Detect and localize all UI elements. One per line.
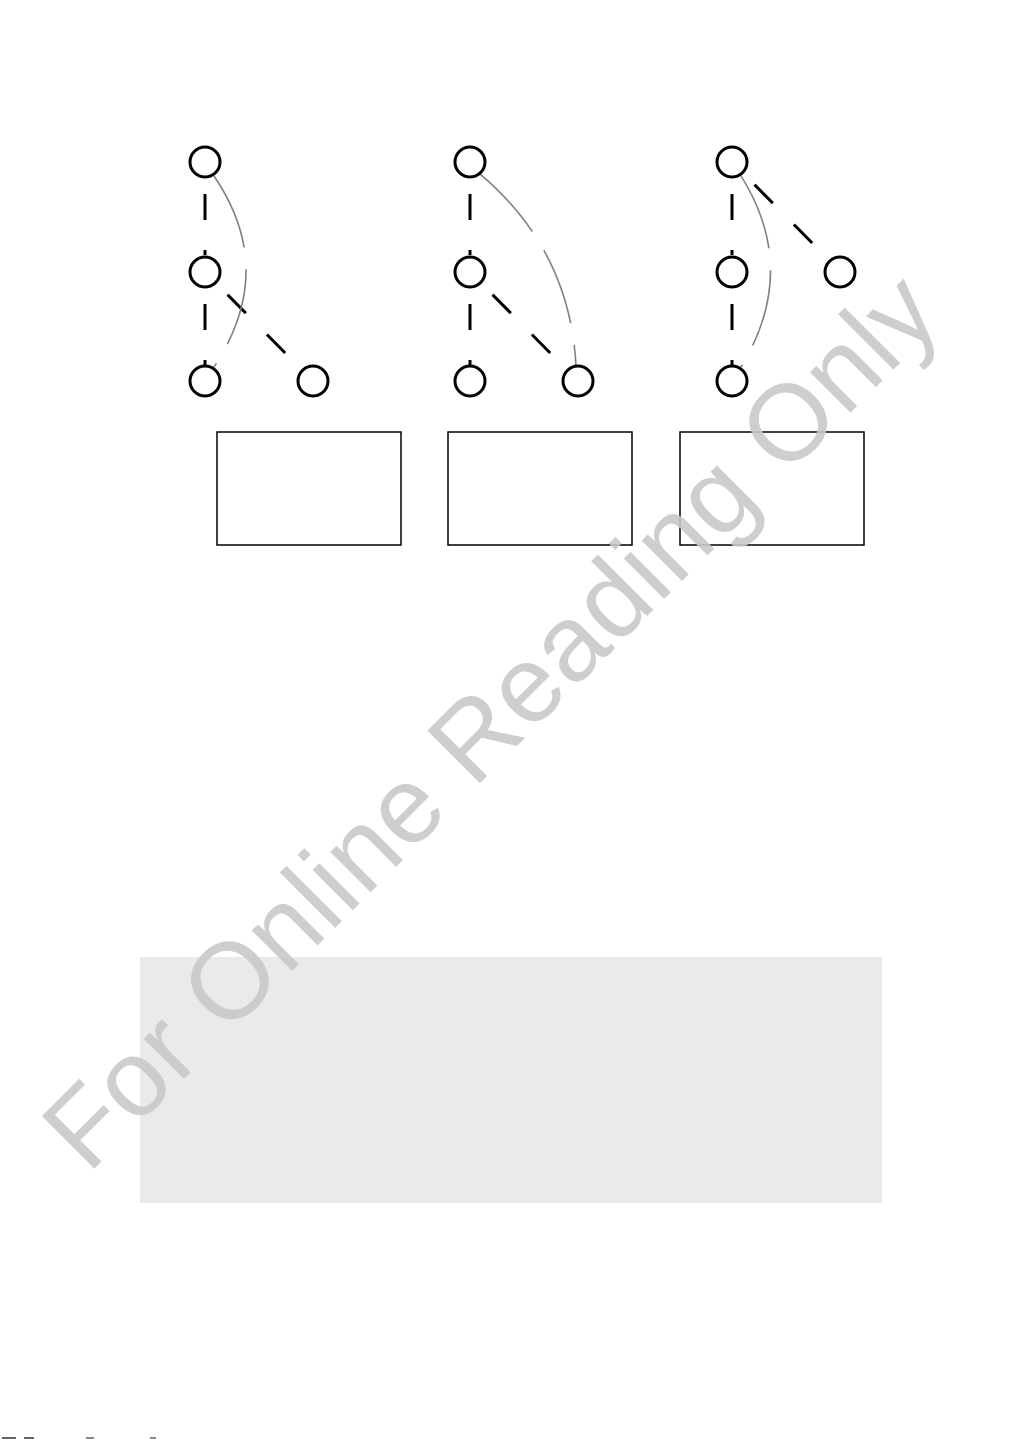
edge-middle-to-bottom-right xyxy=(480,282,568,371)
bottom-edge-marks xyxy=(2,1437,156,1439)
node-right xyxy=(823,255,857,289)
node-middle xyxy=(453,255,487,289)
edge-root-to-right xyxy=(742,172,830,261)
node-bottom-right xyxy=(296,364,330,398)
gray-panel xyxy=(140,957,882,1203)
node-middle xyxy=(188,255,222,289)
tree-diagram-1 xyxy=(188,145,402,546)
tree-diagram-3 xyxy=(679,145,865,546)
node-bottom-left xyxy=(453,364,487,398)
label-box-2 xyxy=(447,431,633,546)
label-box-1 xyxy=(216,431,402,546)
node-bottom-left xyxy=(188,364,222,398)
node-root xyxy=(453,145,487,179)
node-root xyxy=(715,145,749,179)
tree-diagram-2 xyxy=(447,145,633,546)
node-bottom-right xyxy=(561,364,595,398)
edge-middle-to-bottom-right xyxy=(215,282,303,371)
diagram-canvas xyxy=(188,145,865,546)
arc-root-to-bottom-right xyxy=(479,173,577,367)
label-box-3 xyxy=(679,431,865,546)
node-middle xyxy=(715,255,749,289)
node-bottom-left xyxy=(715,364,749,398)
node-root xyxy=(188,145,222,179)
